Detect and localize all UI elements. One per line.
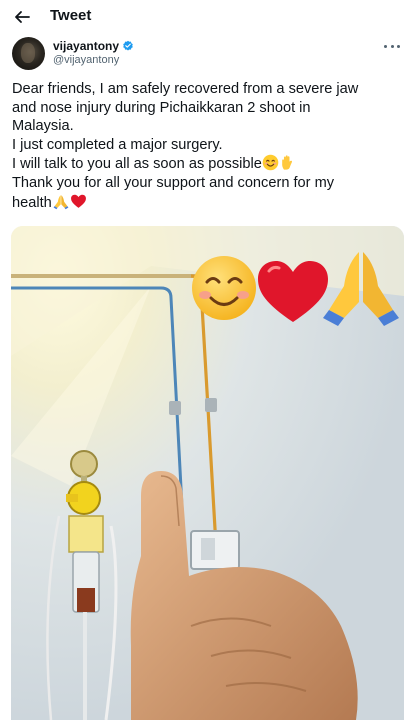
- tweet-line: Malaysia.: [12, 118, 74, 135]
- avatar-face: [21, 43, 35, 63]
- author-name-row[interactable]: vijayantony: [53, 39, 134, 53]
- tweet-text: Dear friends, I am safely recovered from…: [12, 80, 404, 212]
- red-heart-emoji-icon: [70, 194, 86, 208]
- page-title: Tweet: [50, 7, 92, 24]
- tweet-line: Thank you for all your support and conce…: [12, 174, 335, 191]
- tweet-line: Dear friends, I am safely recovered from…: [12, 81, 359, 97]
- tweet-line: and nose injury during Pichaikkaran 2 sh…: [12, 99, 311, 116]
- raised-hand-emoji-icon: [281, 155, 292, 170]
- tweet-line-with-emoji: I will talk to you all as soon as possib…: [12, 154, 404, 174]
- tweet-line-with-emoji: health: [12, 193, 404, 213]
- author-display-name[interactable]: vijayantony: [53, 39, 119, 53]
- tweet-line-text: I will talk to you all as soon as possib…: [12, 156, 262, 173]
- back-button[interactable]: [10, 5, 34, 29]
- tweet-line: I just completed a major surgery.: [12, 136, 223, 153]
- folded-hands-emoji-icon: [53, 194, 69, 209]
- more-dot-icon: [397, 44, 400, 48]
- avatar[interactable]: [12, 37, 45, 70]
- more-dot-icon: [384, 44, 387, 48]
- hospital-photo-icon: [11, 226, 404, 720]
- author-handle[interactable]: @vijayantony: [53, 54, 119, 66]
- verified-badge-icon: [123, 40, 133, 51]
- back-arrow-icon: [15, 11, 30, 23]
- top-bar: Tweet: [0, 0, 414, 33]
- smiling-face-emoji-icon: [262, 155, 279, 171]
- tweet-author: vijayantony @vijayantony: [12, 37, 402, 71]
- tweet-media-photo[interactable]: [11, 226, 404, 720]
- more-dot-icon: [390, 44, 394, 48]
- smiling-face-emoji-overlay: [192, 256, 256, 320]
- more-options-button[interactable]: [382, 39, 402, 53]
- tweet-line-text: health: [12, 194, 52, 211]
